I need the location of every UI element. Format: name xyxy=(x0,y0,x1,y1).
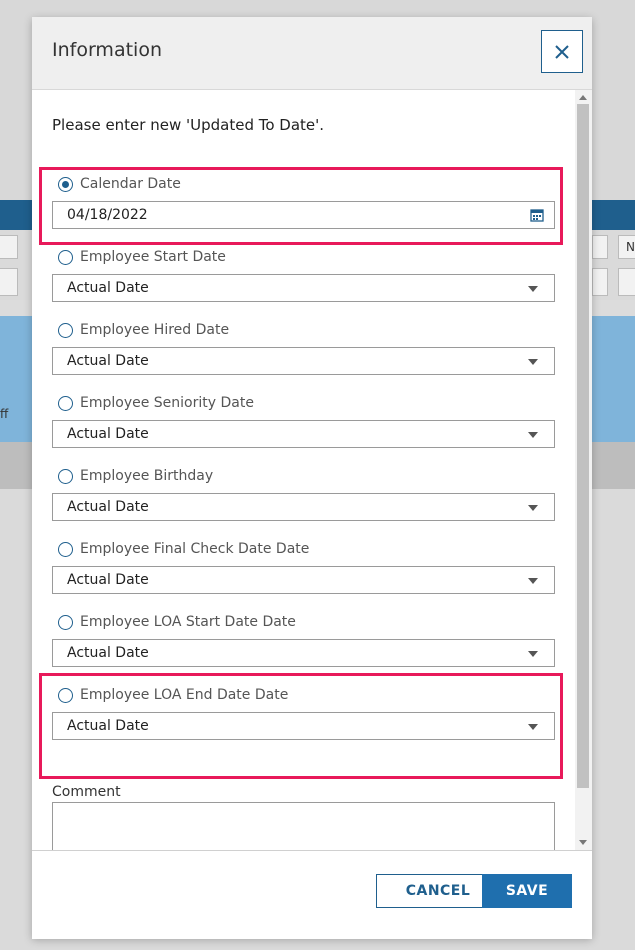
dialog-instruction: Please enter new 'Updated To Date'. xyxy=(52,116,325,134)
employee-final-check-date-select[interactable]: Actual Date xyxy=(52,566,555,594)
radio-label: Employee Final Check Date Date xyxy=(80,541,310,557)
close-button[interactable] xyxy=(541,30,583,73)
radio-button[interactable] xyxy=(58,468,73,484)
chevron-down-icon xyxy=(528,286,538,292)
radio-employee-start-date[interactable]: Employee Start Date xyxy=(58,249,226,265)
radio-button[interactable] xyxy=(58,176,73,192)
dialog-header: Information xyxy=(32,17,592,90)
chevron-down-icon xyxy=(528,432,538,438)
radio-button[interactable] xyxy=(58,541,73,557)
employee-seniority-date-select[interactable]: Actual Date xyxy=(52,420,555,448)
chevron-down-icon xyxy=(528,578,538,584)
radio-employee-loa-end-date[interactable]: Employee LOA End Date Date xyxy=(58,687,288,703)
radio-employee-loa-start-date[interactable]: Employee LOA Start Date Date xyxy=(58,614,296,630)
dialog-footer: CANCEL SAVE xyxy=(32,850,592,939)
radio-employee-hired-date[interactable]: Employee Hired Date xyxy=(58,322,229,338)
calendar-date-input[interactable]: 04/18/2022 xyxy=(52,201,555,229)
radio-employee-seniority-date[interactable]: Employee Seniority Date xyxy=(58,395,254,411)
scroll-up-arrow-icon[interactable] xyxy=(579,95,587,100)
radio-label: Employee Start Date xyxy=(80,249,226,265)
employee-loa-end-date-select[interactable]: Actual Date xyxy=(52,712,555,740)
dialog-scrollbar[interactable] xyxy=(575,90,592,850)
close-icon xyxy=(555,44,569,59)
information-dialog: Information Please enter new 'Updated To… xyxy=(32,17,592,939)
radio-employee-final-check-date[interactable]: Employee Final Check Date Date xyxy=(58,541,309,557)
select-value: Actual Date xyxy=(67,572,149,588)
radio-button[interactable] xyxy=(58,614,73,630)
calendar-date-value: 04/18/2022 xyxy=(67,207,148,223)
background-cell-text: ff xyxy=(0,407,9,421)
employee-hired-date-select[interactable]: Actual Date xyxy=(52,347,555,375)
scroll-thumb[interactable] xyxy=(577,104,589,788)
dialog-title: Information xyxy=(52,39,162,61)
chevron-down-icon xyxy=(528,724,538,730)
background-column-text: N xyxy=(626,240,635,254)
radio-button[interactable] xyxy=(58,687,73,703)
select-value: Actual Date xyxy=(67,426,149,442)
employee-start-date-select[interactable]: Actual Date xyxy=(52,274,555,302)
radio-employee-birthday[interactable]: Employee Birthday xyxy=(58,468,213,484)
radio-label: Employee LOA End Date Date xyxy=(80,687,289,703)
dialog-body: Please enter new 'Updated To Date'. Cale… xyxy=(32,90,592,850)
save-button[interactable]: SAVE xyxy=(482,874,572,908)
radio-label: Employee Hired Date xyxy=(80,322,230,338)
scroll-down-arrow-icon[interactable] xyxy=(579,840,587,845)
calendar-icon[interactable] xyxy=(530,208,544,222)
comment-textarea[interactable] xyxy=(52,802,555,850)
employee-loa-start-date-select[interactable]: Actual Date xyxy=(52,639,555,667)
select-value: Actual Date xyxy=(67,718,149,734)
radio-button[interactable] xyxy=(58,249,73,265)
radio-label: Employee LOA Start Date Date xyxy=(80,614,296,630)
radio-button[interactable] xyxy=(58,322,73,338)
radio-label: Employee Birthday xyxy=(80,468,214,484)
radio-label: Calendar Date xyxy=(80,176,181,192)
radio-calendar-date[interactable]: Calendar Date xyxy=(58,176,181,192)
select-value: Actual Date xyxy=(67,353,149,369)
comment-label: Comment xyxy=(52,784,121,800)
select-value: Actual Date xyxy=(67,280,149,296)
select-value: Actual Date xyxy=(67,645,149,661)
chevron-down-icon xyxy=(528,359,538,365)
select-value: Actual Date xyxy=(67,499,149,515)
radio-label: Employee Seniority Date xyxy=(80,395,254,411)
chevron-down-icon xyxy=(528,651,538,657)
radio-button[interactable] xyxy=(58,395,73,411)
employee-birthday-select[interactable]: Actual Date xyxy=(52,493,555,521)
chevron-down-icon xyxy=(528,505,538,511)
